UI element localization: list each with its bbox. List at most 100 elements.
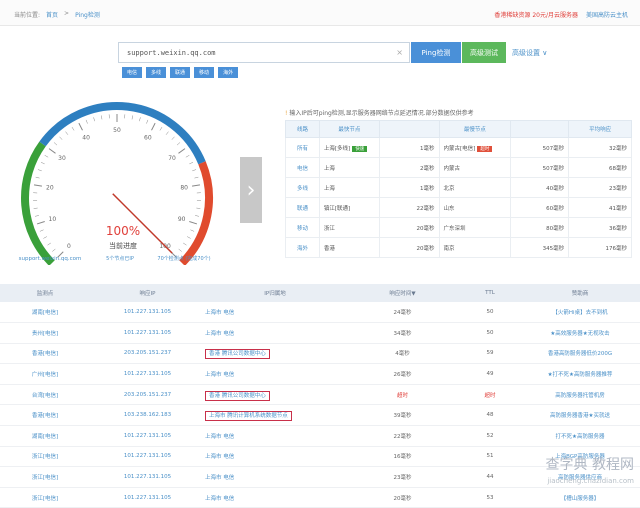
result-sponsor[interactable]: ★高效服务器★无视攻击 bbox=[520, 323, 640, 344]
promo-link-us[interactable]: 美国高防云主机 bbox=[586, 10, 628, 19]
summary-table: 线路最快节点最慢节点平均响应所有上海[多线]快速1毫秒内蒙古[电信]超时507毫… bbox=[285, 120, 632, 258]
domain-input[interactable] bbox=[119, 43, 379, 62]
advanced-test-button[interactable]: 高级测试 bbox=[462, 42, 506, 63]
result-ip[interactable]: 101.227.131.105 bbox=[90, 446, 205, 467]
result-location[interactable]: 湖南[电信] bbox=[0, 426, 90, 447]
results-header[interactable]: 赞助商 bbox=[520, 284, 640, 302]
summary-row: 移动浙江20毫秒广东深圳80毫秒36毫秒 bbox=[286, 218, 632, 238]
summary-fast-ms: 1毫秒 bbox=[379, 178, 439, 198]
isp-tag[interactable]: 移动 bbox=[194, 67, 214, 78]
ping-button[interactable]: Ping检测 bbox=[411, 42, 461, 63]
result-ip[interactable]: 103.238.162.183 bbox=[90, 405, 205, 426]
gauge-tick-label: 20 bbox=[46, 184, 54, 191]
result-time: 20毫秒 bbox=[345, 487, 460, 508]
advanced-settings-toggle[interactable]: 高级设置 ∨ bbox=[512, 48, 547, 58]
gauge-tick bbox=[187, 237, 191, 239]
result-ip[interactable]: 101.227.131.105 bbox=[90, 323, 205, 344]
results-row: 香港[电信]203.205.151.237香港 腾讯公司数据中心4毫秒59香港高… bbox=[0, 343, 640, 364]
summary-isp[interactable]: 海外 bbox=[286, 238, 320, 258]
summary-slow-node: 山东 bbox=[439, 198, 511, 218]
breadcrumb-label: 当前位置: bbox=[14, 10, 40, 19]
clear-icon[interactable]: × bbox=[396, 48, 403, 57]
result-location[interactable]: 贵州[电信] bbox=[0, 323, 90, 344]
promo-links: 香港稀缺资源 20元/月云服务器 美国高防云主机 bbox=[494, 10, 628, 19]
summary-isp[interactable]: 所有 bbox=[286, 138, 320, 158]
summary-header bbox=[511, 121, 569, 138]
result-location[interactable]: 香港[电信] bbox=[0, 343, 90, 364]
result-sponsor[interactable]: 【火箭Hi桌】去不到机 bbox=[520, 302, 640, 323]
summary-isp[interactable]: 移动 bbox=[286, 218, 320, 238]
result-time: 23毫秒 bbox=[345, 467, 460, 488]
result-time: 22毫秒 bbox=[345, 426, 460, 447]
isp-tag[interactable]: 联通 bbox=[170, 67, 190, 78]
result-sponsor[interactable]: 高防服务器托管机房 bbox=[520, 384, 640, 405]
result-time: 16毫秒 bbox=[345, 446, 460, 467]
results-header[interactable]: TTL bbox=[460, 284, 520, 302]
result-location[interactable]: 浙江[电信] bbox=[0, 487, 90, 508]
result-sponsor[interactable]: 高防服务器香港★买就送 bbox=[520, 405, 640, 426]
result-location[interactable]: 湖南[电信] bbox=[0, 302, 90, 323]
ip-location-text: 上海市 电信 bbox=[205, 454, 234, 460]
summary-avg: 41毫秒 bbox=[569, 198, 632, 218]
summary-isp[interactable]: 联通 bbox=[286, 198, 320, 218]
result-ip-location: 香港 腾讯公司数据中心 bbox=[205, 343, 345, 364]
result-ip[interactable]: 101.227.131.105 bbox=[90, 364, 205, 385]
gauge-tick bbox=[160, 127, 162, 130]
gauge-tick bbox=[132, 115, 133, 119]
result-location[interactable]: 广州[电信] bbox=[0, 364, 90, 385]
result-location[interactable]: 台湾[电信] bbox=[0, 384, 90, 405]
result-ip-location: 上海市 电信 bbox=[205, 446, 345, 467]
promo-link-hk[interactable]: 香港稀缺资源 20元/月云服务器 bbox=[494, 10, 578, 19]
result-sponsor[interactable]: ★打不死★高防服务器推荐 bbox=[520, 364, 640, 385]
breadcrumb: 当前位置: 首页 > Ping检测 bbox=[14, 10, 100, 19]
breadcrumb-current[interactable]: Ping检测 bbox=[75, 10, 100, 19]
fast-node-name: 镇江[联通] bbox=[324, 206, 350, 212]
result-sponsor[interactable]: 打不死★高防服务器 bbox=[520, 426, 640, 447]
ip-location-text: 上海市 电信 bbox=[205, 434, 234, 440]
gauge-tick bbox=[194, 177, 198, 178]
summary-header: 线路 bbox=[286, 121, 320, 138]
summary-fast-ms: 20毫秒 bbox=[379, 218, 439, 238]
result-ip[interactable]: 203.205.151.237 bbox=[90, 343, 205, 364]
results-header[interactable]: 响应IP bbox=[90, 284, 205, 302]
gauge-tick-label: 70 bbox=[168, 155, 176, 162]
result-ip[interactable]: 203.205.151.237 bbox=[90, 384, 205, 405]
fast-node-name: 上海 bbox=[324, 166, 335, 172]
summary-isp[interactable]: 多线 bbox=[286, 178, 320, 198]
result-sponsor[interactable]: 香港高防服务器低价200G bbox=[520, 343, 640, 364]
result-ip[interactable]: 101.227.131.105 bbox=[90, 302, 205, 323]
summary-isp[interactable]: 电信 bbox=[286, 158, 320, 178]
summary-slow-node: 内蒙古[电信]超时 bbox=[439, 138, 511, 158]
results-header[interactable]: IP归属地 bbox=[205, 284, 345, 302]
gauge-tick bbox=[37, 221, 45, 223]
result-ttl: 超时 bbox=[460, 384, 520, 405]
result-ip-location: 上海市 电信 bbox=[205, 323, 345, 344]
results-header[interactable]: 响应时间▼ bbox=[345, 284, 460, 302]
result-ip[interactable]: 101.227.131.105 bbox=[90, 467, 205, 488]
summary-row: 多线上海1毫秒北京40毫秒23毫秒 bbox=[286, 178, 632, 198]
summary-fast-node: 上海 bbox=[319, 178, 379, 198]
results-header[interactable]: 监测点 bbox=[0, 284, 90, 302]
breadcrumb-home[interactable]: 首页 bbox=[46, 10, 58, 19]
gauge-tick-label: 90 bbox=[178, 216, 186, 223]
result-ttl: 59 bbox=[460, 343, 520, 364]
result-location[interactable]: 浙江[电信] bbox=[0, 467, 90, 488]
result-ip[interactable]: 101.227.131.105 bbox=[90, 487, 205, 508]
result-ttl: 48 bbox=[460, 405, 520, 426]
summary-avg: 68毫秒 bbox=[569, 158, 632, 178]
result-location[interactable]: 香港[电信] bbox=[0, 405, 90, 426]
gauge-arc-mid bbox=[43, 106, 202, 163]
gauge-svg: 0102030405060708090100100%当前进度support.we… bbox=[12, 90, 238, 265]
result-ip[interactable]: 101.227.131.105 bbox=[90, 426, 205, 447]
next-arrow-button[interactable]: › bbox=[240, 157, 262, 223]
result-location[interactable]: 浙江[电信] bbox=[0, 446, 90, 467]
isp-tag[interactable]: 多线 bbox=[146, 67, 166, 78]
gauge-tick bbox=[139, 117, 140, 121]
summary-fast-ms: 1毫秒 bbox=[379, 138, 439, 158]
slow-node-name: 内蒙古[电信] bbox=[444, 146, 476, 152]
isp-tag[interactable]: 电信 bbox=[122, 67, 142, 78]
gauge-tick bbox=[40, 230, 44, 232]
gauge-tick bbox=[152, 123, 156, 130]
gauge-tick bbox=[94, 117, 95, 121]
isp-tag[interactable]: 海外 bbox=[218, 67, 238, 78]
